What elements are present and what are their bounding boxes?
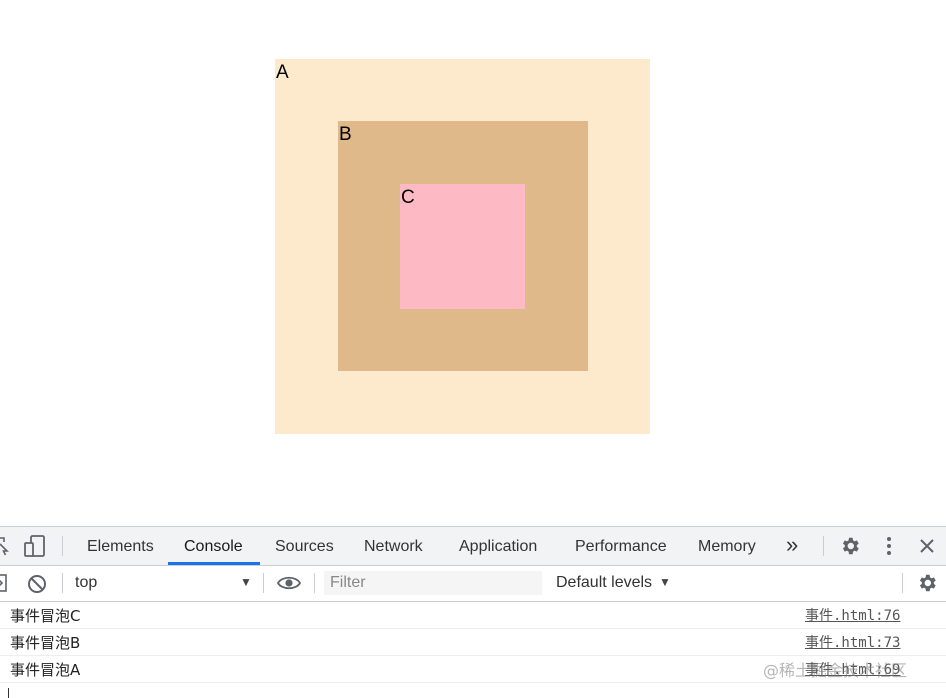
tab-console[interactable]: Console [184, 527, 243, 565]
live-expression-eye-icon[interactable] [277, 575, 301, 591]
console-message-source-link[interactable]: 事件.html:76 [805, 602, 900, 630]
toolbar-divider [314, 573, 315, 593]
console-message-text: 事件冒泡B [10, 634, 81, 652]
log-levels-dropdown[interactable]: Default levels [556, 574, 652, 592]
tab-network[interactable]: Network [364, 527, 423, 565]
console-message-text: 事件冒泡A [10, 661, 81, 679]
tabbar-divider [62, 536, 63, 556]
sidebar-toggle-icon[interactable] [0, 574, 8, 592]
settings-gear-icon[interactable] [839, 535, 861, 557]
chevron-down-icon[interactable]: ▼ [240, 575, 252, 589]
toolbar-divider [263, 573, 264, 593]
tab-performance[interactable]: Performance [575, 527, 667, 565]
console-toolbar: top ▼ Default levels ▼ [0, 566, 946, 602]
toolbar-divider [62, 573, 63, 593]
context-selector[interactable]: top [75, 574, 97, 592]
console-message: 事件冒泡B 事件.html:73 [0, 629, 946, 656]
box-b-label: B [339, 124, 352, 145]
box-c-label: C [401, 187, 415, 208]
toolbar-divider [902, 573, 903, 593]
filter-input[interactable] [324, 571, 542, 595]
tab-sources[interactable]: Sources [275, 527, 334, 565]
box-c[interactable]: C [400, 184, 525, 309]
device-toolbar-icon[interactable] [24, 535, 48, 557]
console-message-text: 事件冒泡C [10, 607, 81, 625]
close-icon[interactable] [919, 538, 935, 554]
tab-application[interactable]: Application [459, 527, 537, 565]
watermark: @稀土掘金技术社区 [763, 661, 908, 680]
tab-elements[interactable]: Elements [87, 527, 154, 565]
devtools-tabbar: Elements Console Sources Network Applica… [0, 527, 946, 566]
console-message: 事件冒泡C 事件.html:76 [0, 602, 946, 629]
more-vertical-icon[interactable] [882, 536, 896, 556]
console-message-source-link[interactable]: 事件.html:73 [805, 629, 900, 657]
inspect-icon[interactable] [0, 536, 10, 556]
chevron-down-icon[interactable]: ▼ [659, 575, 671, 589]
console-settings-gear-icon[interactable] [916, 572, 938, 594]
active-tab-indicator [168, 562, 260, 565]
tab-memory[interactable]: Memory [698, 527, 756, 565]
box-a-label: A [276, 62, 289, 83]
clear-console-icon[interactable] [27, 574, 47, 594]
tabbar-divider-right [823, 536, 824, 556]
more-tabs-button[interactable]: » [786, 527, 798, 565]
